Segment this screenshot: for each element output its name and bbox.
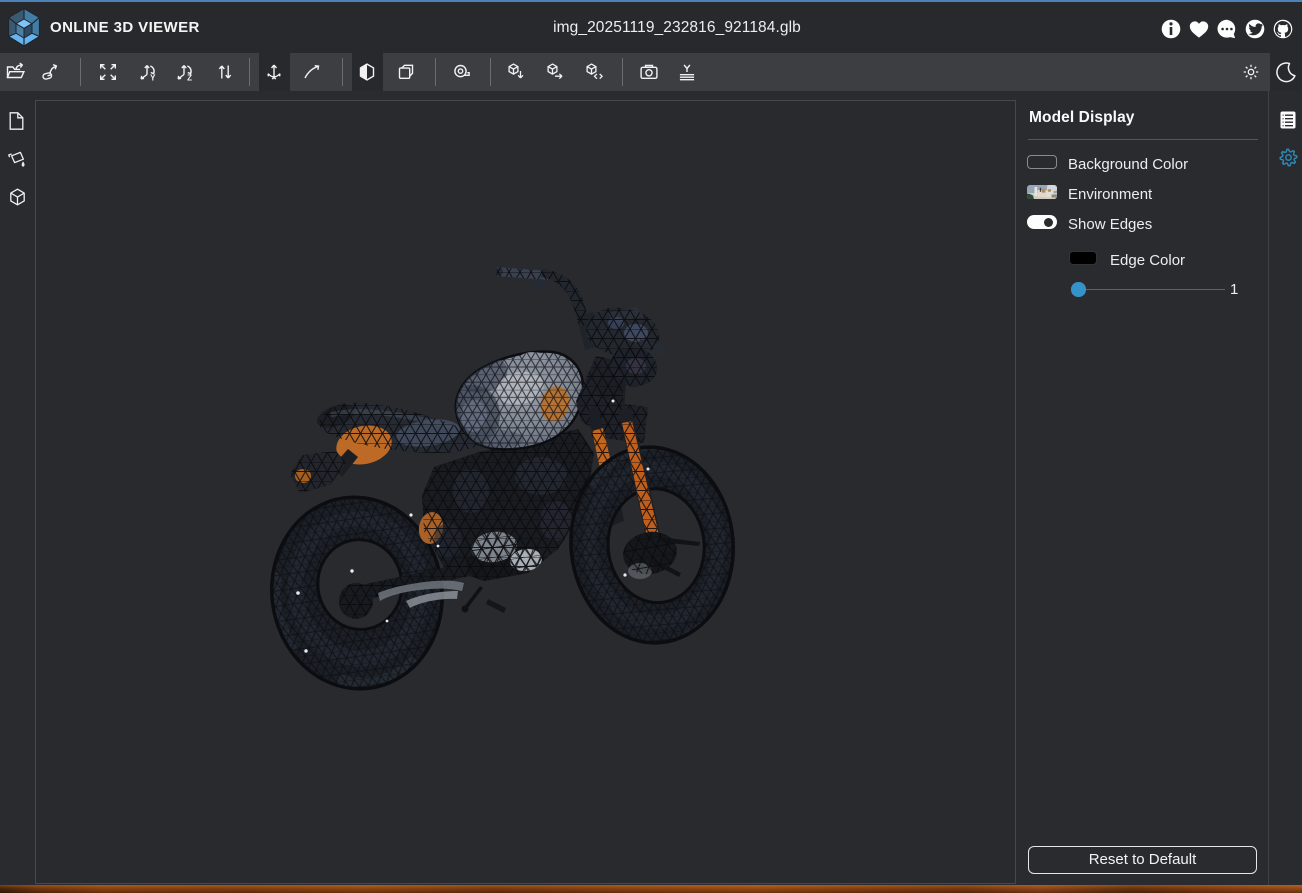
svg-text:Z: Z: [187, 74, 192, 83]
svg-text:Y: Y: [150, 74, 156, 83]
